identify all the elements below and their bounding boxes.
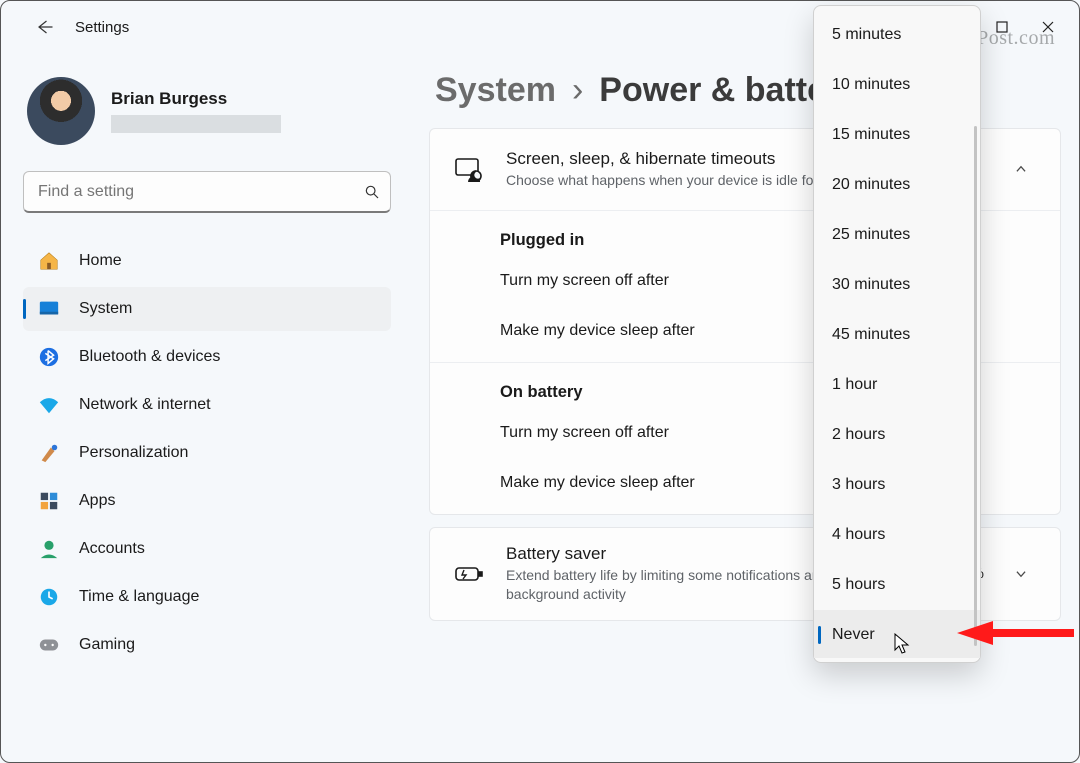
sidebar-item-network[interactable]: Network & internet [23,383,391,427]
accounts-icon [37,537,61,561]
sidebar-item-personalization[interactable]: Personalization [23,431,391,475]
apps-icon [37,489,61,513]
search-input[interactable] [38,183,364,201]
sidebar-item-label: System [79,300,132,318]
dropdown-option[interactable]: 30 minutes [814,260,980,310]
battery-saver-icon [454,562,484,586]
dropdown-option[interactable]: 5 hours [814,560,980,610]
sidebar-item-accounts[interactable]: Accounts [23,527,391,571]
dropdown-option[interactable]: 1 hour [814,360,980,410]
dropdown-option[interactable]: 2 hours [814,410,980,460]
card-subtitle: Extend battery life by limiting some not… [506,566,852,604]
dropdown-option[interactable]: 4 hours [814,510,980,560]
sidebar-item-label: Gaming [79,636,135,654]
sidebar-item-label: Home [79,252,122,270]
gaming-icon [37,633,61,657]
sidebar-item-apps[interactable]: Apps [23,479,391,523]
screen-sleep-icon [454,154,484,184]
sidebar-item-time[interactable]: Time & language [23,575,391,619]
timeout-dropdown[interactable]: 5 minutes10 minutes15 minutes20 minutes2… [813,5,981,663]
back-button[interactable] [25,7,65,47]
avatar [27,77,95,145]
dropdown-option[interactable]: 10 minutes [814,60,980,110]
app-title: Settings [75,19,129,36]
sidebar-item-label: Apps [79,492,115,510]
cursor-icon [894,633,912,657]
sidebar-item-bluetooth[interactable]: Bluetooth & devices [23,335,391,379]
dropdown-option[interactable]: 3 hours [814,460,980,510]
nav-list: Home System Bluetooth & devices Network … [23,239,391,667]
sidebar-item-label: Personalization [79,444,188,462]
profile-name: Brian Burgess [111,89,281,109]
annotation-arrow-icon [949,618,1079,648]
system-icon [37,297,61,321]
bluetooth-icon [37,345,61,369]
chevron-down-icon[interactable] [1006,567,1036,581]
profile-block[interactable]: Brian Burgess [23,71,391,165]
chevron-right-icon: › [572,71,583,110]
chevron-up-icon[interactable] [1006,162,1036,176]
sidebar-item-label: Time & language [79,588,199,606]
search-box[interactable] [23,171,391,213]
sidebar-item-label: Network & internet [79,396,211,414]
breadcrumb-parent[interactable]: System [435,71,556,110]
scrollbar[interactable] [974,126,977,646]
profile-email-redacted [111,115,281,133]
time-icon [37,585,61,609]
sidebar: Brian Burgess Home [1,53,411,762]
sidebar-item-label: Bluetooth & devices [79,348,220,366]
dropdown-option[interactable]: 15 minutes [814,110,980,160]
dropdown-option[interactable]: 45 minutes [814,310,980,360]
brush-icon [37,441,61,465]
sidebar-item-gaming[interactable]: Gaming [23,623,391,667]
home-icon [37,249,61,273]
sidebar-item-system[interactable]: System [23,287,391,331]
sidebar-item-home[interactable]: Home [23,239,391,283]
sidebar-item-label: Accounts [79,540,145,558]
dropdown-option[interactable]: 5 minutes [814,10,980,60]
card-title: Battery saver [506,544,852,564]
dropdown-option[interactable]: 25 minutes [814,210,980,260]
wifi-icon [37,393,61,417]
dropdown-option[interactable]: 20 minutes [814,160,980,210]
search-icon [364,184,380,200]
